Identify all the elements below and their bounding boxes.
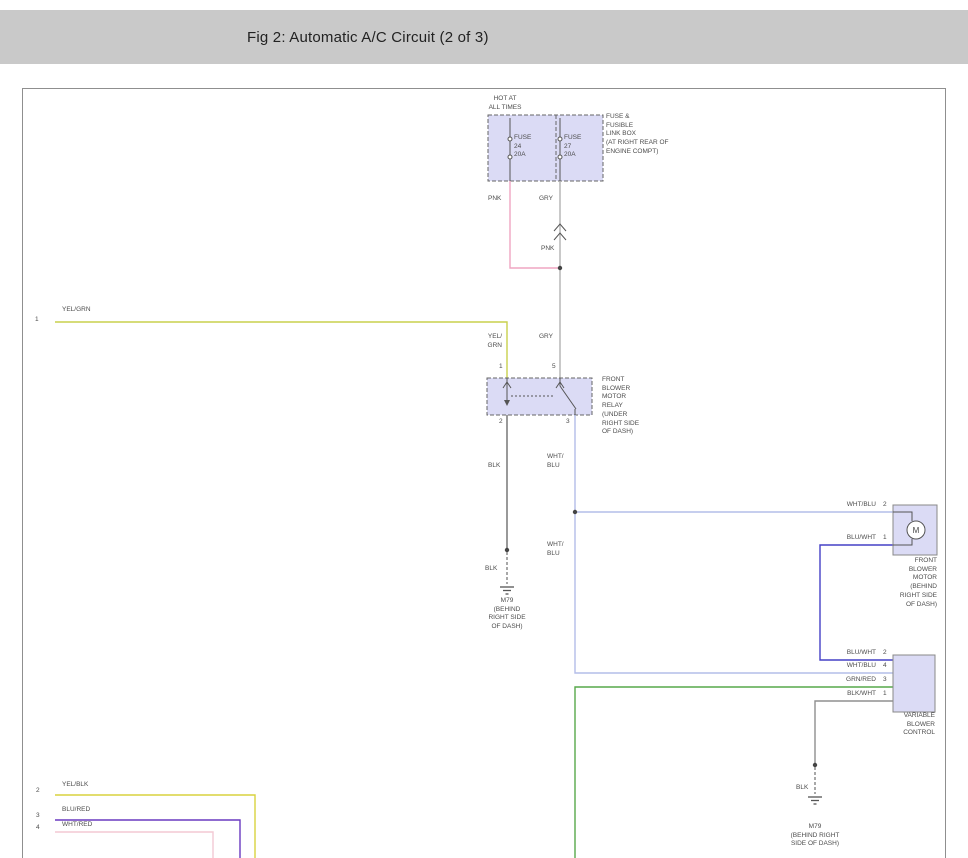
control-label: VARIABLE BLOWER CONTROL — [903, 712, 935, 738]
junction-dot — [505, 548, 509, 552]
relay-pin-5: 5 — [552, 363, 556, 372]
motor-label: FRONT BLOWER MOTOR (BEHIND RIGHT SIDE OF… — [900, 557, 937, 609]
wire-label-grn-red-ctrl: GRN/RED — [846, 676, 876, 685]
wire-label-wht-red: WHT/RED — [62, 821, 92, 830]
ground-symbol-left — [500, 587, 514, 594]
motor-symbol-text: M — [913, 526, 920, 535]
control-pin-3: 3 — [883, 676, 887, 685]
relay-pin-3: 3 — [566, 418, 570, 427]
junction-dot — [573, 510, 577, 514]
wire-label-wht-blu-ctrl: WHT/BLU — [847, 662, 876, 671]
circuit-number-2: 2 — [36, 787, 40, 796]
junction-dot — [813, 763, 817, 767]
circuit-number-1: 1 — [35, 316, 39, 325]
wire-label-pnk-mid: PNK — [541, 245, 554, 254]
relay-pin-1: 1 — [499, 363, 503, 372]
wire-label-yel-blk: YEL/BLK — [62, 781, 88, 790]
relay-label: FRONT BLOWER MOTOR RELAY (UNDER RIGHT SI… — [602, 376, 639, 437]
wire-label-wht-blu-lower: WHT/ BLU — [547, 541, 564, 558]
fuse-24-label: FUSE 24 20A — [514, 134, 531, 160]
control-box — [893, 655, 935, 712]
wire-label-wht-blu-upper: WHT/ BLU — [547, 453, 564, 470]
wire-label-blk-upper: BLK — [488, 462, 500, 471]
wire-label-gry-pin: GRY — [539, 333, 553, 342]
wire-label-gry-top: GRY — [539, 195, 553, 204]
wire-wht-blu — [575, 415, 893, 673]
wire-wht-red — [55, 832, 213, 858]
fuse-box-label: FUSE & FUSIBLE LINK BOX (AT RIGHT REAR O… — [606, 113, 668, 157]
wire-label-blk-wht-ctrl: BLK/WHT — [847, 690, 876, 699]
wire-label-yel-grn-feed: YEL/GRN — [62, 306, 91, 315]
fuse-box — [488, 115, 603, 181]
hot-at-label: HOT AT ALL TIMES — [489, 95, 522, 112]
ground-symbol-right — [808, 797, 822, 804]
motor-pin-2: 2 — [883, 501, 887, 510]
wire-label-wht-blu-motor: WHT/BLU — [847, 501, 876, 510]
wire-label-blu-red: BLU/RED — [62, 806, 90, 815]
wire-blk-wht — [815, 701, 893, 765]
fuse-27-label: FUSE 27 20A — [564, 134, 581, 160]
wire-label-blu-wht-motor: BLU/WHT — [847, 534, 876, 543]
ground-label-right: M79 (BEHIND RIGHT SIDE OF DASH) — [791, 823, 840, 849]
relay-pin-2: 2 — [499, 418, 503, 427]
wire-label-yel-grn-pin: YEL/ GRN — [488, 333, 502, 350]
wiring-diagram: M — [0, 0, 968, 858]
wire-yel-grn — [55, 322, 507, 378]
circuit-number-3: 3 — [36, 812, 40, 821]
control-pin-1: 1 — [883, 690, 887, 699]
wire-label-blk-lower: BLK — [485, 565, 497, 574]
wire-label-blk-ground2: BLK — [796, 784, 808, 793]
circuit-number-4: 4 — [36, 824, 40, 833]
wire-blu-wht — [820, 545, 893, 660]
junction-dot — [558, 266, 562, 270]
control-pin-2: 2 — [883, 649, 887, 658]
wire-label-blu-wht-ctrl: BLU/WHT — [847, 649, 876, 658]
wire-label-pnk-left: PNK — [488, 195, 501, 204]
ground-label-left: M79 (BEHIND RIGHT SIDE OF DASH) — [488, 597, 525, 632]
motor-pin-1: 1 — [883, 534, 887, 543]
wire-grn-red — [575, 687, 893, 858]
control-pin-4: 4 — [883, 662, 887, 671]
